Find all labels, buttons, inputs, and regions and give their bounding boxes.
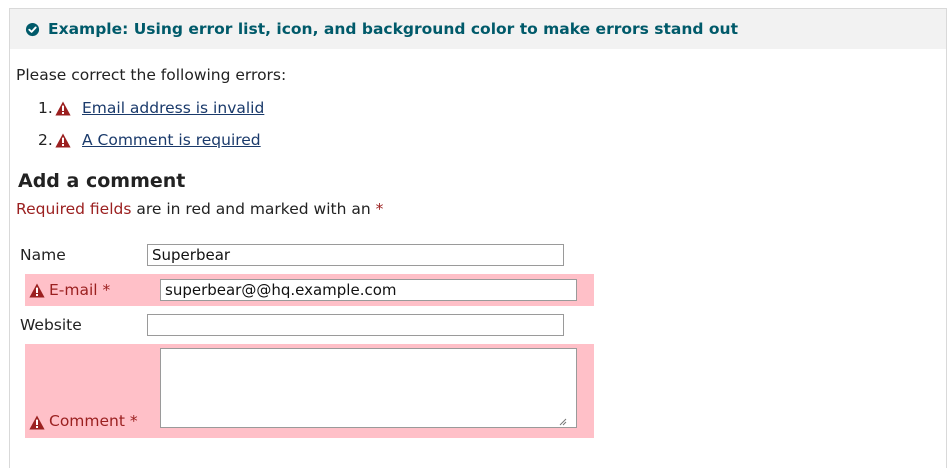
required-fields-text: Required fields: [16, 200, 132, 218]
required-marker: *: [375, 200, 384, 218]
name-label: Name: [20, 246, 66, 264]
name-field[interactable]: [147, 244, 564, 266]
required-note-text: are in red and marked with an: [131, 200, 376, 218]
error-list-item: 2. A Comment is required: [38, 124, 286, 156]
required-note: Required fields are in red and marked wi…: [16, 200, 383, 218]
check-circle-icon: [25, 22, 40, 36]
error-intro: Please correct the following errors:: [16, 66, 287, 84]
error-number: 1.: [38, 99, 53, 117]
example-title: Example: Using error list, icon, and bac…: [48, 20, 738, 38]
form-row-website: Website: [16, 310, 576, 340]
form-row-name: Name: [16, 240, 576, 270]
comment-label: Comment *: [25, 344, 160, 438]
comment-label-text: Comment *: [49, 412, 138, 430]
error-list-item: 1. Email address is invalid: [38, 92, 286, 124]
form-row-comment: Comment *: [25, 344, 594, 438]
comment-field-wrapper: [160, 344, 577, 438]
example-header[interactable]: Example: Using error list, icon, and bac…: [10, 9, 946, 49]
email-label: E-mail *: [25, 281, 160, 299]
error-summary: Please correct the following errors: 1. …: [16, 66, 286, 156]
error-link-email[interactable]: Email address is invalid: [82, 99, 264, 117]
form-heading: Add a comment: [18, 170, 186, 192]
warning-triangle-icon: [55, 101, 71, 115]
website-label: Website: [20, 316, 82, 334]
warning-triangle-icon: [29, 283, 45, 297]
error-list: 1. Email address is invalid 2. A Comment…: [16, 92, 286, 156]
email-field[interactable]: [160, 279, 577, 301]
website-field[interactable]: [147, 314, 564, 336]
warning-triangle-icon: [55, 133, 71, 147]
error-number: 2.: [38, 131, 53, 149]
resize-grip-icon[interactable]: [559, 418, 567, 426]
email-label-text: E-mail *: [49, 281, 111, 299]
comment-field[interactable]: [160, 348, 577, 428]
warning-triangle-icon: [29, 415, 45, 430]
form-row-email: E-mail *: [25, 274, 594, 306]
error-link-comment[interactable]: A Comment is required: [82, 131, 261, 149]
